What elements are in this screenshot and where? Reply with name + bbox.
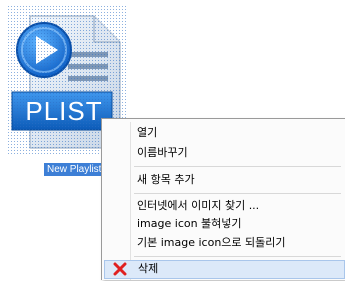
menu-item-add-new[interactable]: 새 항목 추가: [104, 171, 345, 188]
menu-item-label: 이름바꾸기: [137, 146, 188, 159]
menu-item-label: 인터넷에서 이미지 찾기 ...: [137, 199, 260, 212]
menu-item-label: image icon 불혀넣기: [137, 217, 242, 230]
menu-item-label: 열기: [137, 126, 158, 139]
menu-item-open[interactable]: 열기: [104, 124, 345, 141]
menu-item-label: 새 항목 추가: [137, 173, 195, 186]
menu-item-import-image-icon[interactable]: image icon 불혀넣기: [104, 215, 345, 232]
menu-item-label: 삭제: [138, 262, 159, 275]
menu-item-search-web-image[interactable]: 인터넷에서 이미지 찾기 ...: [104, 197, 345, 214]
menu-separator: [134, 256, 341, 257]
menu-item-restore-default-icon[interactable]: 기본 image icon으로 되돌리기: [104, 234, 345, 251]
plist-badge-text: PLIST: [25, 96, 103, 126]
delete-x-icon: [113, 262, 127, 276]
menu-separator: [134, 193, 341, 194]
menu-item-delete[interactable]: 삭제: [104, 260, 345, 279]
menu-item-rename[interactable]: 이름바꾸기: [104, 144, 345, 161]
menu-item-label: 기본 image icon으로 되돌리기: [137, 236, 286, 249]
file-name-label[interactable]: New Playlist: [44, 163, 105, 176]
menu-separator: [134, 166, 341, 167]
context-menu: 열기 이름바꾸기 새 항목 추가 인터넷에서 이미지 찾기 ... image …: [101, 118, 345, 280]
